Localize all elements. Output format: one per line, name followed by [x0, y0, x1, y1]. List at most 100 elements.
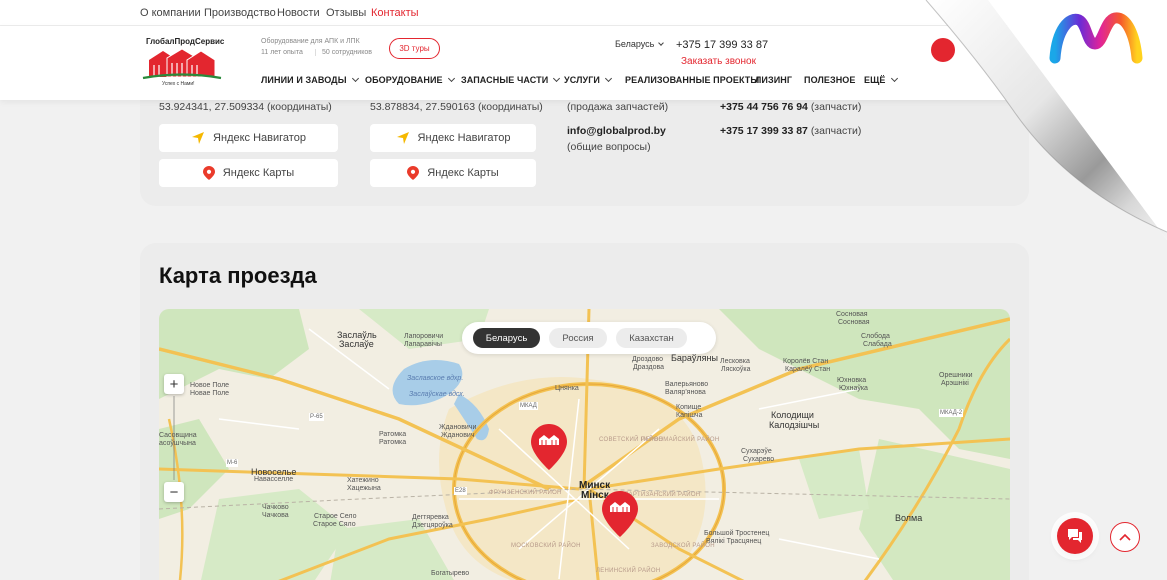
office1-navigator-button[interactable]: Яндекс Навигатор — [159, 124, 338, 152]
map-label-district-pervomaisky: ПЕРВОМАЙСКИЙ РАЙОН — [641, 437, 720, 443]
map-label-staroe-selo: Старое Сяло — [313, 521, 356, 528]
nav-lines-plants-label: ЛИНИИ И ЗАВОДЫ — [261, 75, 347, 85]
office1-map-marker[interactable] — [531, 424, 567, 470]
map-label-sosnovaya-ru: Сосновая — [836, 311, 868, 318]
country-selector[interactable]: Беларусь — [615, 39, 665, 49]
map-label-e28: E28 — [454, 487, 467, 495]
map-label-lapravy: Лапаравічы — [404, 341, 442, 348]
nav-useful[interactable]: ПОЛЕЗНОЕ — [804, 75, 856, 85]
header-phone[interactable]: +375 17 399 33 87 — [676, 39, 768, 51]
map-label-kolodishchi-ru: Колодищи — [771, 410, 814, 420]
phone1-link[interactable]: +375 44 756 76 94 — [720, 101, 808, 113]
map-label-r65: Р-65 — [309, 413, 324, 421]
logo-name: ГлобалПродСервис — [146, 37, 225, 46]
nav-more-label: ЕЩЁ — [864, 75, 886, 85]
chevron-down-icon — [658, 40, 665, 46]
header-tagline: Оборудование для АПК и ЛПК — [261, 38, 360, 45]
nav-spare-parts-label: ЗАПАСНЫЕ ЧАСТИ — [461, 75, 549, 85]
nav-lines-plants[interactable]: ЛИНИИ И ЗАВОДЫ — [261, 74, 359, 85]
3d-tours-button[interactable]: 3D туры — [389, 38, 440, 59]
map-label-bogatyrevo: Богатырево — [431, 570, 470, 577]
nav-more[interactable]: ЕЩЁ — [864, 74, 898, 85]
map-label-oreshniki: Арэшнікі — [941, 380, 969, 387]
tab-belarus[interactable]: Беларусь — [473, 328, 540, 348]
map-label-yukhnovka-ru: Юхновка — [837, 377, 867, 384]
map-label-ratomka-ru: Ратомка — [379, 431, 407, 438]
topnav-reviews[interactable]: Отзывы — [326, 7, 366, 19]
map-label-district-zavodskoy: ЗАВОДСКОЙ РАЙОН — [651, 543, 715, 549]
topnav-news[interactable]: Новости — [277, 7, 320, 19]
logo-slogan: Успех с Нами! — [162, 81, 195, 87]
map-label-zhdanovichi-ru: Ждановичи — [439, 424, 477, 431]
nav-projects[interactable]: РЕАЛИЗОВАННЫЕ ПРОЕКТЫ — [625, 75, 759, 85]
map-label-volma: Волма — [895, 513, 923, 523]
map-zoom-control: + − — [164, 374, 184, 502]
map-label-leskovka: Ляскоўка — [721, 366, 751, 373]
tab-russia[interactable]: Россия — [549, 328, 607, 348]
logo[interactable]: ГлобалПродСервис Успех с Нами! — [141, 37, 225, 93]
map-label-lake: Заславское вдхр. — [407, 375, 464, 382]
map-pin-icon — [407, 166, 420, 180]
nav-services[interactable]: УСЛУГИ — [564, 74, 613, 85]
tab-kazakhstan[interactable]: Казахстан — [616, 328, 687, 348]
topnav-contacts[interactable]: Контакты — [371, 7, 419, 19]
header-years: 11 лет опыта — [261, 49, 303, 56]
zoom-out-button[interactable]: − — [164, 482, 184, 502]
map-label-baraulyany: Бараўляны — [671, 353, 718, 363]
map-label-m6: М-6 — [226, 459, 239, 467]
map-pin-icon — [202, 166, 215, 180]
header-employees: 50 сотрудников — [315, 49, 372, 56]
nav-equipment[interactable]: ОБОРУДОВАНИЕ — [365, 74, 455, 85]
office2-map-marker[interactable] — [602, 491, 638, 537]
email-note-top: (продажа запчастей) — [567, 101, 669, 113]
map-label-yukhnovka: Юхнаўка — [839, 385, 868, 392]
map-label-drozdovo-ru: Дроздово — [632, 356, 664, 363]
map-label-sloboda-ru: Слобода — [861, 333, 890, 340]
map-label-sosnovaya: Сосновая — [838, 319, 870, 326]
phone2-row: +375 17 399 33 87 (запчасти) — [720, 125, 861, 137]
phone2-link[interactable]: +375 17 399 33 87 — [720, 125, 808, 137]
nav-leasing[interactable]: ЛИЗИНГ — [755, 75, 792, 85]
map-label-chachkovo-ru: Чачково — [262, 504, 289, 511]
navigator-arrow-icon — [396, 132, 409, 144]
chevron-down-icon — [553, 74, 561, 83]
callback-link[interactable]: Заказать звонок — [681, 56, 756, 67]
phone1-row: +375 44 756 76 94 (запчасти) — [720, 101, 861, 113]
office2-navigator-button[interactable]: Яндекс Навигатор — [370, 124, 536, 152]
map-label-hatezhino-ru: Хатежино — [347, 477, 379, 484]
map-label-district-leninsky: ЛЕНИНСКИЙ РАЙОН — [596, 568, 661, 574]
country-label: Беларусь — [615, 39, 655, 49]
chat-button[interactable] — [1057, 518, 1093, 554]
chevron-down-icon — [604, 74, 613, 83]
map-label-zhdanovichi: Жданович — [441, 432, 475, 439]
map-label-novoe-pole-ru: Новое Поле — [190, 382, 230, 389]
office2-maps-button[interactable]: Яндекс Карты — [370, 159, 536, 187]
topnav-production[interactable]: Производство — [204, 7, 276, 19]
map-label-ratomka: Ратомка — [379, 439, 407, 446]
map-label-oreshniki-ru: Орешники — [939, 372, 973, 379]
map-label-sukharevo-ru: Сухарево — [743, 456, 775, 463]
map-label-staroe-selo-ru: Старое Село — [314, 513, 357, 520]
map-label-sloboda: Слабада — [863, 341, 892, 348]
zoom-in-button[interactable]: + — [164, 374, 184, 394]
map-label-tsnyanka: Цнянка — [555, 385, 579, 392]
nav-services-label: УСЛУГИ — [564, 75, 600, 85]
map-label-kopishche: Капішча — [676, 412, 703, 419]
office2-coordinates: 53.878834, 27.590163 (координаты) — [370, 101, 543, 113]
office2-navigator-label: Яндекс Навигатор — [417, 132, 511, 144]
chevron-down-icon — [351, 74, 359, 83]
zoom-slider-track[interactable] — [173, 396, 175, 480]
office1-maps-button[interactable]: Яндекс Карты — [159, 159, 338, 187]
scroll-up-button[interactable] — [1110, 522, 1140, 552]
country-tabs: Беларусь Россия Казахстан — [462, 322, 716, 354]
chevron-down-icon — [447, 74, 455, 83]
nav-spare-parts[interactable]: ЗАПАСНЫЕ ЧАСТИ — [461, 74, 561, 85]
map-label-lapravy-ru: Лапоровичи — [404, 333, 444, 340]
map-label-novoe-pole: Новае Поле — [190, 390, 230, 397]
phone2-note: (запчасти) — [810, 125, 862, 137]
topnav-about[interactable]: О компании — [140, 7, 201, 19]
email-link[interactable]: info@globalprod.by — [567, 125, 666, 137]
email-note: (общие вопросы) — [567, 141, 651, 153]
chat-icon — [1068, 529, 1082, 543]
office1-maps-label: Яндекс Карты — [222, 167, 295, 179]
